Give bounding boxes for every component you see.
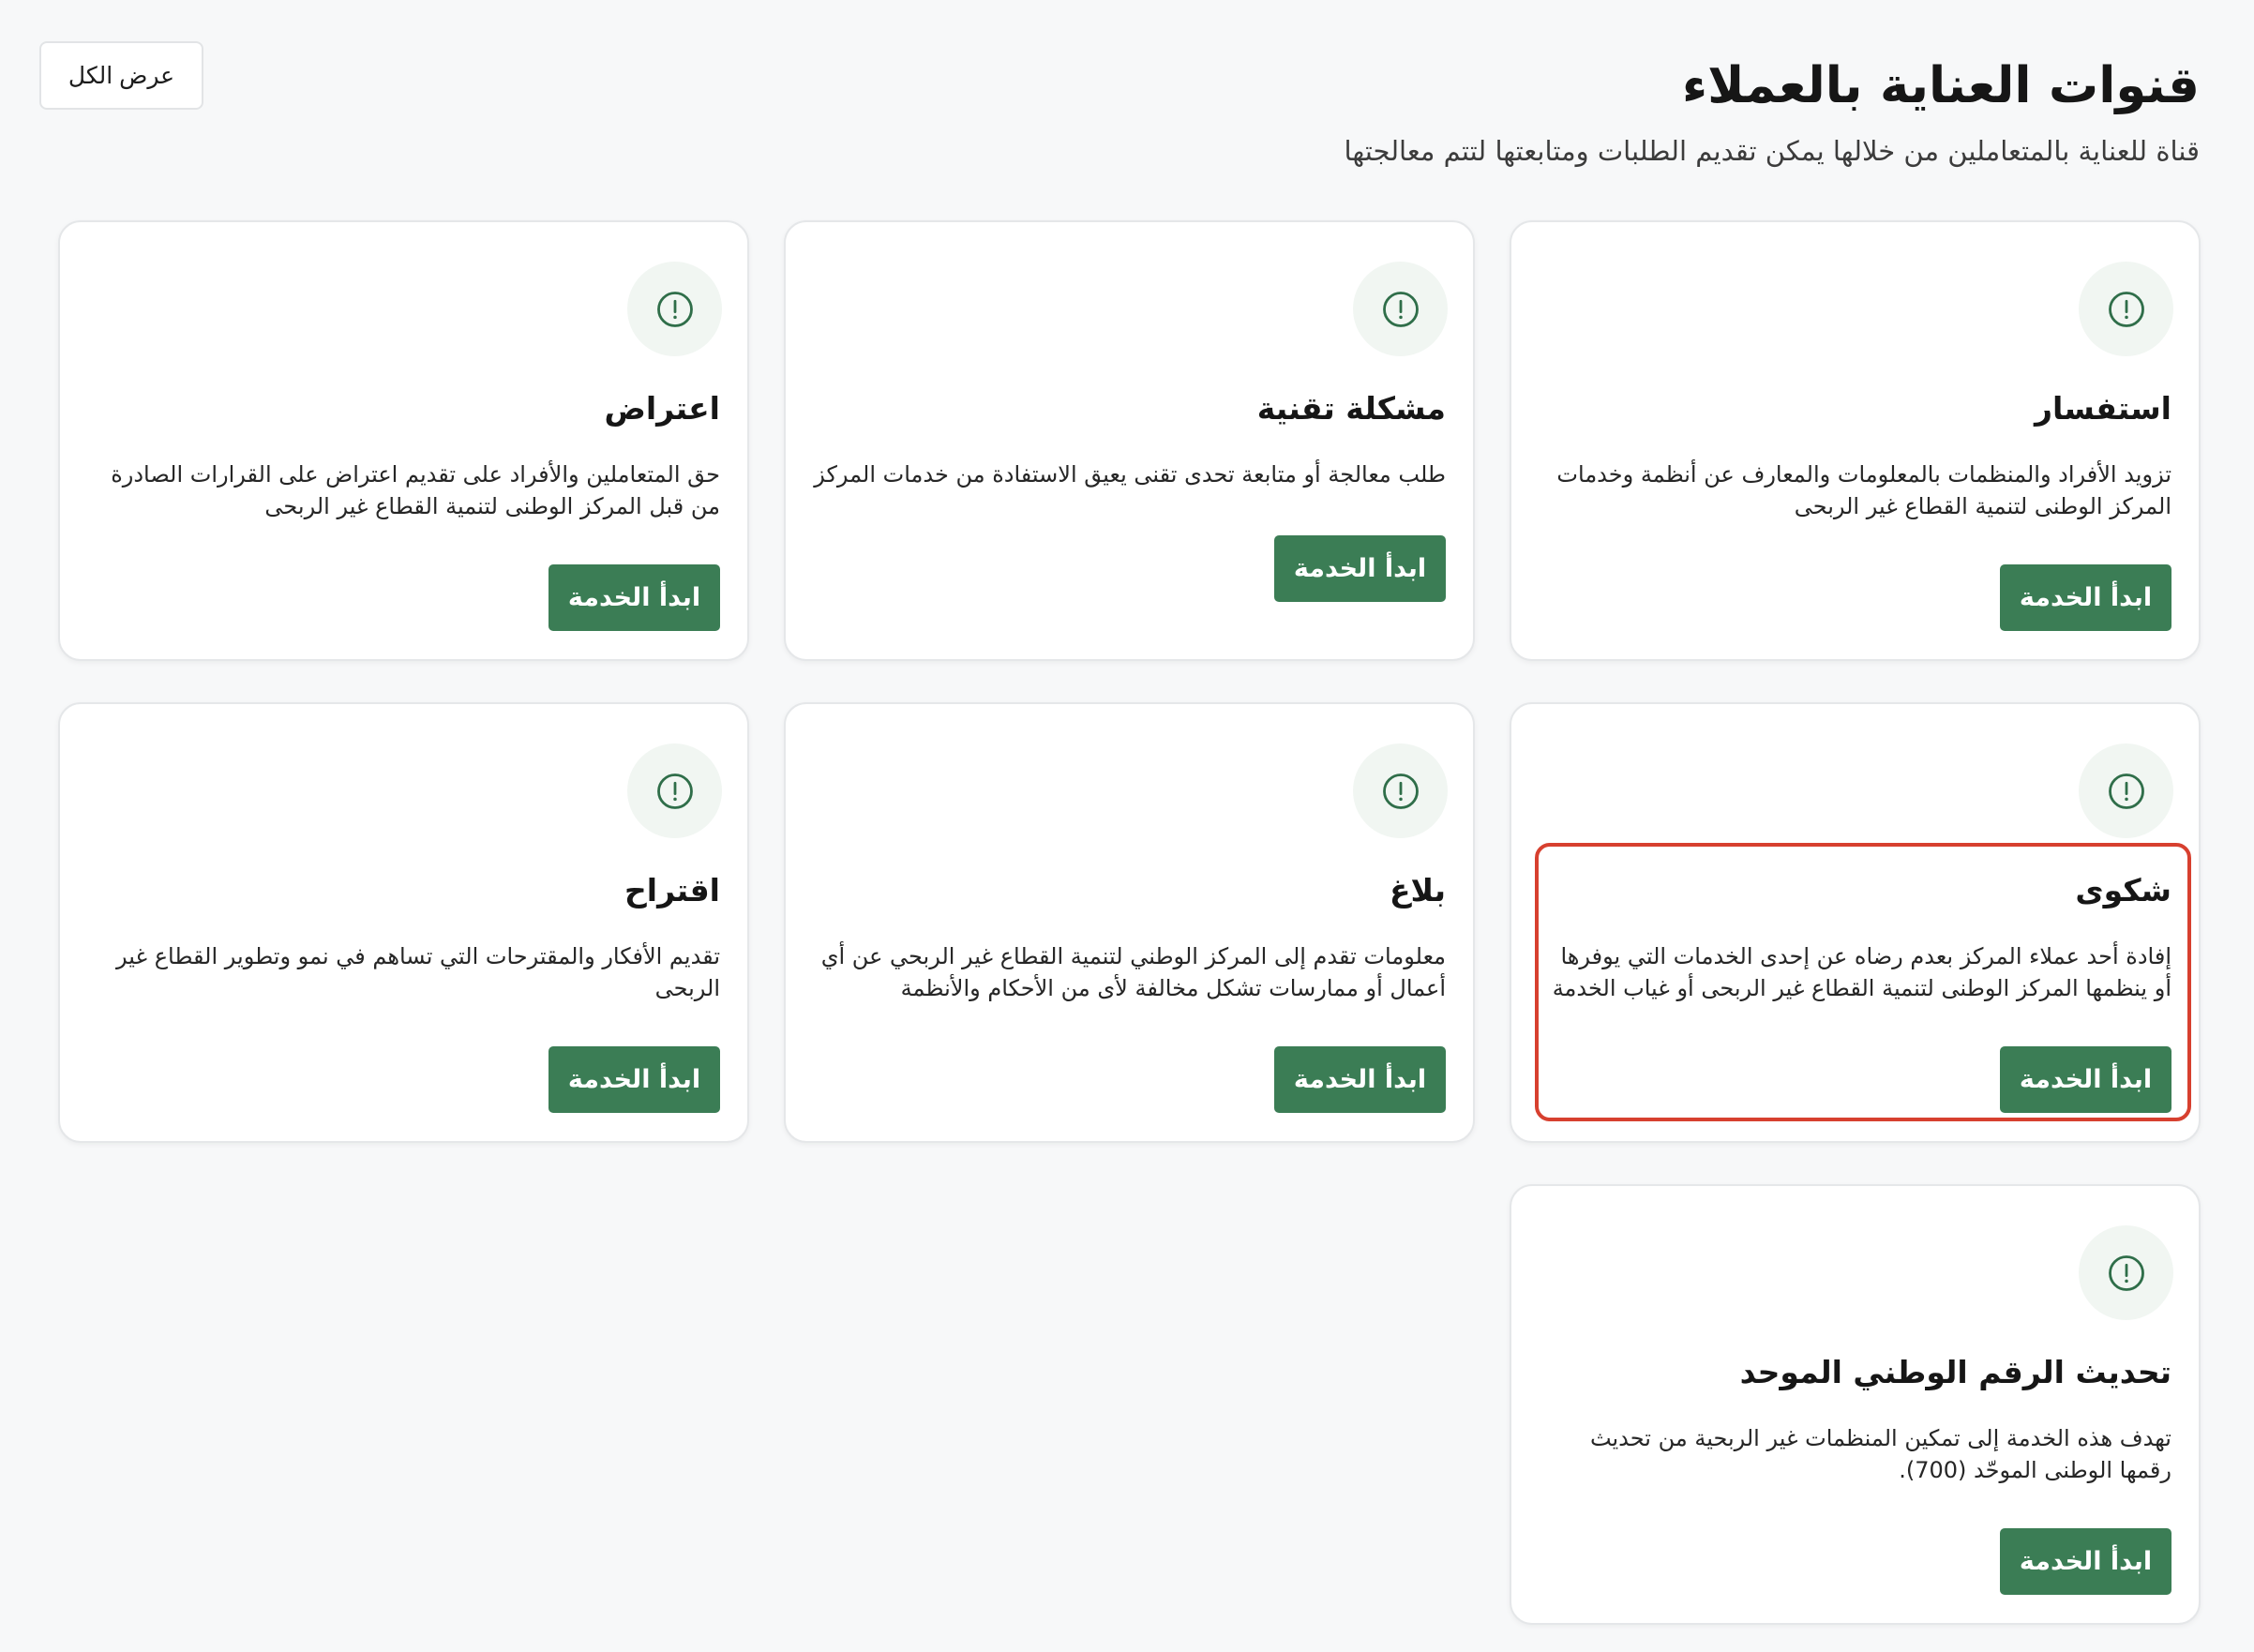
service-card-complaint: شكوى إفادة أحد عملاء المركز بعدم رضاه عن… [1510,702,2201,1143]
card-title: تحديث الرقم الوطني الموحد [1739,1354,2171,1390]
card-description: حق المتعاملين والأفراد على تقديم اعتراض … [111,461,720,519]
info-icon [627,262,722,356]
start-service-button[interactable]: ابدأ الخدمة [1274,1046,1446,1113]
card-description: معلومات تقدم إلى المركز الوطني لتنمية ال… [820,943,1446,1001]
start-service-button[interactable]: ابدأ الخدمة [1274,535,1446,602]
card-title: اعتراض [604,390,720,427]
info-icon [2079,262,2173,356]
card-description: تزويد الأفراد والمنظمات بالمعلومات والمع… [1556,461,2171,519]
card-description: تقديم الأفكار والمقترحات التي تساهم في ن… [116,943,720,1001]
card-title: مشكلة تقنية [1256,390,1446,427]
customer-care-page: عرض الكل قنوات العناية بالعملاء قناة للع… [0,0,2254,1652]
service-card-objection: اعتراض حق المتعاملين والأفراد على تقديم … [58,220,749,661]
page-subtitle: قناة للعناية بالمتعاملين من خلالها يمكن … [1344,135,2200,167]
card-title: اقتراح [624,872,720,909]
page-header: قنوات العناية بالعملاء قناة للعناية بالم… [1345,49,2200,174]
start-service-button[interactable]: ابدأ الخدمة [2000,1528,2171,1595]
page-title: قنوات العناية بالعملاء [1682,57,2200,114]
start-service-button[interactable]: ابدأ الخدمة [2000,564,2171,631]
start-service-button[interactable]: ابدأ الخدمة [548,1046,720,1113]
service-card-technical-issue: مشكلة تقنية طلب معالجة أو متابعة تحدى تق… [784,220,1475,661]
view-all-button[interactable]: عرض الكل [39,41,203,110]
info-icon [1353,743,1448,838]
service-card-report: بلاغ معلومات تقدم إلى المركز الوطني لتنم… [784,702,1475,1143]
service-card-inquiry: استفسار تزويد الأفراد والمنظمات بالمعلوم… [1510,220,2201,661]
card-title: شكوى [2075,872,2171,909]
start-service-button[interactable]: ابدأ الخدمة [2000,1046,2171,1113]
service-card-suggestion: اقتراح تقديم الأفكار والمقترحات التي تسا… [58,702,749,1143]
card-description: تهدف هذه الخدمة إلى تمكين المنظمات غير ا… [1589,1425,2171,1483]
card-description: طلب معالجة أو متابعة تحدى تقنى يعيق الاس… [814,461,1446,488]
info-icon [1353,262,1448,356]
card-description: إفادة أحد عملاء المركز بعدم رضاه عن إحدى… [1552,943,2171,1001]
service-card-unified-number-update: تحديث الرقم الوطني الموحد تهدف هذه الخدم… [1510,1184,2201,1625]
info-icon [627,743,722,838]
card-title: بلاغ [1390,872,1446,909]
info-icon [2079,1225,2173,1320]
start-service-button[interactable]: ابدأ الخدمة [548,564,720,631]
info-icon [2079,743,2173,838]
card-title: استفسار [2035,390,2171,427]
